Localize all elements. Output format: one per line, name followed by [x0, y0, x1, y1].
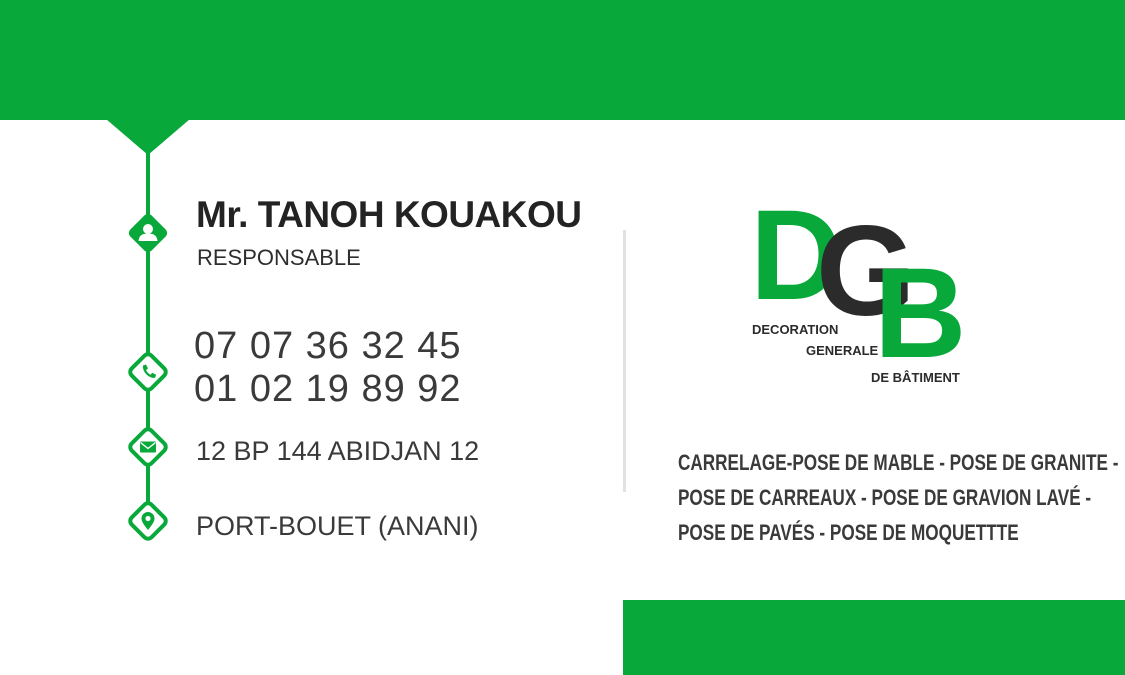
- logo-text-decoration: DECORATION: [750, 322, 841, 337]
- person-role: RESPONSABLE: [197, 245, 361, 270]
- location-pin-icon: [123, 496, 173, 546]
- service-line-3: POSE DE PAVÉS - POSE DE MOQUETTTE: [677, 520, 1019, 545]
- services-list: CARRELAGE-POSE DE MABLE - POSE DE GRANIT…: [630, 445, 1119, 550]
- phone-number-2[interactable]: 01 02 19 89 92: [194, 368, 462, 411]
- phone-icon: [123, 347, 173, 397]
- dgb-logo: D G B DECORATION GENERALE DE BÂTIMENT: [750, 192, 980, 390]
- phone-number-1[interactable]: 07 07 36 32 45: [194, 325, 462, 368]
- person-name: Mr. TANOH KOUAKOU: [196, 194, 582, 235]
- mail-icon: [123, 422, 173, 472]
- logo-letter-b: B: [874, 242, 967, 385]
- logo-text-batiment: DE BÂTIMENT: [869, 370, 962, 385]
- service-line-2: POSE DE CARREAUX - POSE DE GRAVION LAVÉ …: [677, 485, 1092, 510]
- postal-address: 12 BP 144 ABIDJAN 12: [196, 436, 480, 466]
- bottom-green-band: [623, 600, 1125, 675]
- top-green-band: [0, 0, 1125, 120]
- business-card: Mr. TANOH KOUAKOU RESPONSABLE 07 07 36 3…: [0, 0, 1125, 675]
- service-line-1: CARRELAGE-POSE DE MABLE - POSE DE GRANIT…: [677, 450, 1119, 475]
- vertical-divider: [623, 230, 626, 492]
- logo-text-generale: GENERALE: [804, 343, 881, 358]
- location-address: PORT-BOUET (ANANI): [196, 511, 479, 541]
- user-icon: [123, 208, 173, 258]
